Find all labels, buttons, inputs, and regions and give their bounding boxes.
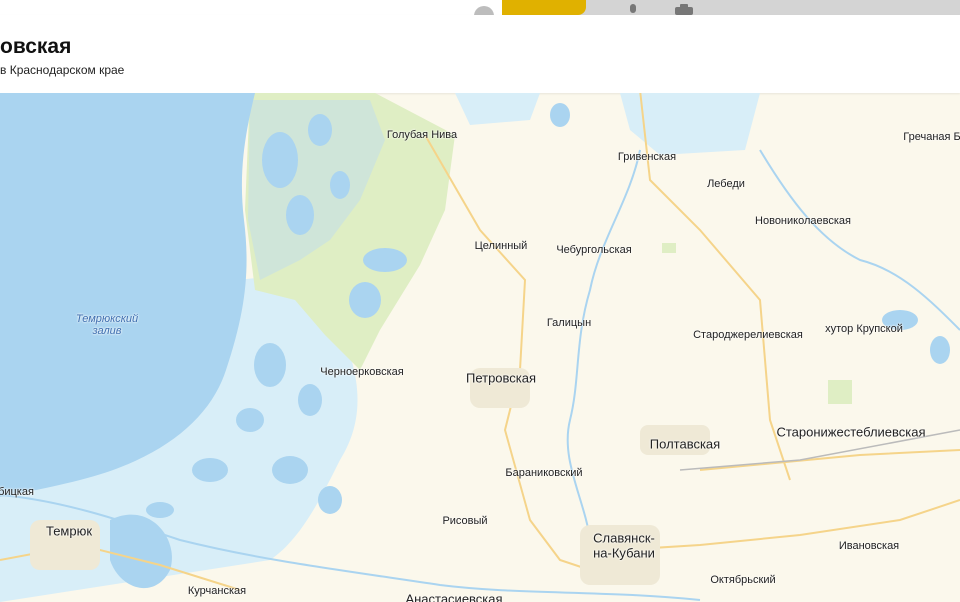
map-view[interactable]: Темрюкский залив Голубая Нива Гривенская… (0, 93, 960, 602)
label-risovy[interactable]: Рисовый (442, 515, 487, 527)
label-novonikolaevskaya[interactable]: Новониколаевская (755, 215, 851, 227)
place-subtitle: в Краснодарском крае (0, 63, 125, 77)
label-khutor-krupskoy[interactable]: хутор Крупской (825, 323, 903, 335)
label-galitsyn[interactable]: Галицын (547, 317, 591, 329)
label-oktyabrsky[interactable]: Октябрьский (710, 574, 775, 586)
label-starodzherelievskaya[interactable]: Староджерелиевская (693, 329, 803, 341)
label-anastasievskaya[interactable]: Анастасиевская (405, 592, 502, 602)
label-ritsky[interactable]: бицкая (0, 486, 34, 498)
top-lake-left (455, 93, 540, 125)
water-label-temryuk-bay: Темрюкский залив (75, 313, 139, 337)
label-tselinny[interactable]: Целинный (475, 240, 528, 252)
label-grechanaya[interactable]: Гречаная Б (903, 131, 960, 143)
label-chernoerkovskaya[interactable]: Черноерковская (320, 366, 403, 378)
place-title: овская (0, 35, 72, 58)
label-golubaya-niva[interactable]: Голубая Нива (387, 129, 457, 141)
microphone-icon[interactable] (628, 4, 638, 15)
label-grivenskaya[interactable]: Гривенская (618, 151, 676, 163)
label-slavyansk-line2[interactable]: на-Кубани (593, 546, 655, 561)
label-ivanovskaya[interactable]: Ивановская (839, 540, 899, 552)
label-poltavskaya[interactable]: Полтавская (650, 437, 720, 452)
label-staronizhesteblievskaya[interactable]: Старонижестеблиевская (776, 425, 925, 440)
routes-icon[interactable] (673, 4, 695, 15)
place-card: овская в Краснодарском крае (0, 15, 960, 93)
search-button[interactable] (502, 0, 586, 15)
label-slavyansk-line1[interactable]: Славянск- (593, 531, 655, 546)
label-temryuk[interactable]: Темрюк (46, 524, 92, 539)
label-baranikovsky[interactable]: Бараниковский (505, 467, 582, 479)
top-toolbar (0, 0, 960, 26)
label-petrovskaya[interactable]: Петровская (466, 371, 536, 386)
search-input[interactable] (0, 0, 502, 26)
label-lebedi[interactable]: Лебеди (707, 178, 745, 190)
label-kurchanskaya[interactable]: Курчанская (188, 585, 246, 597)
label-cheburgolskaya[interactable]: Чебургольская (556, 244, 631, 256)
